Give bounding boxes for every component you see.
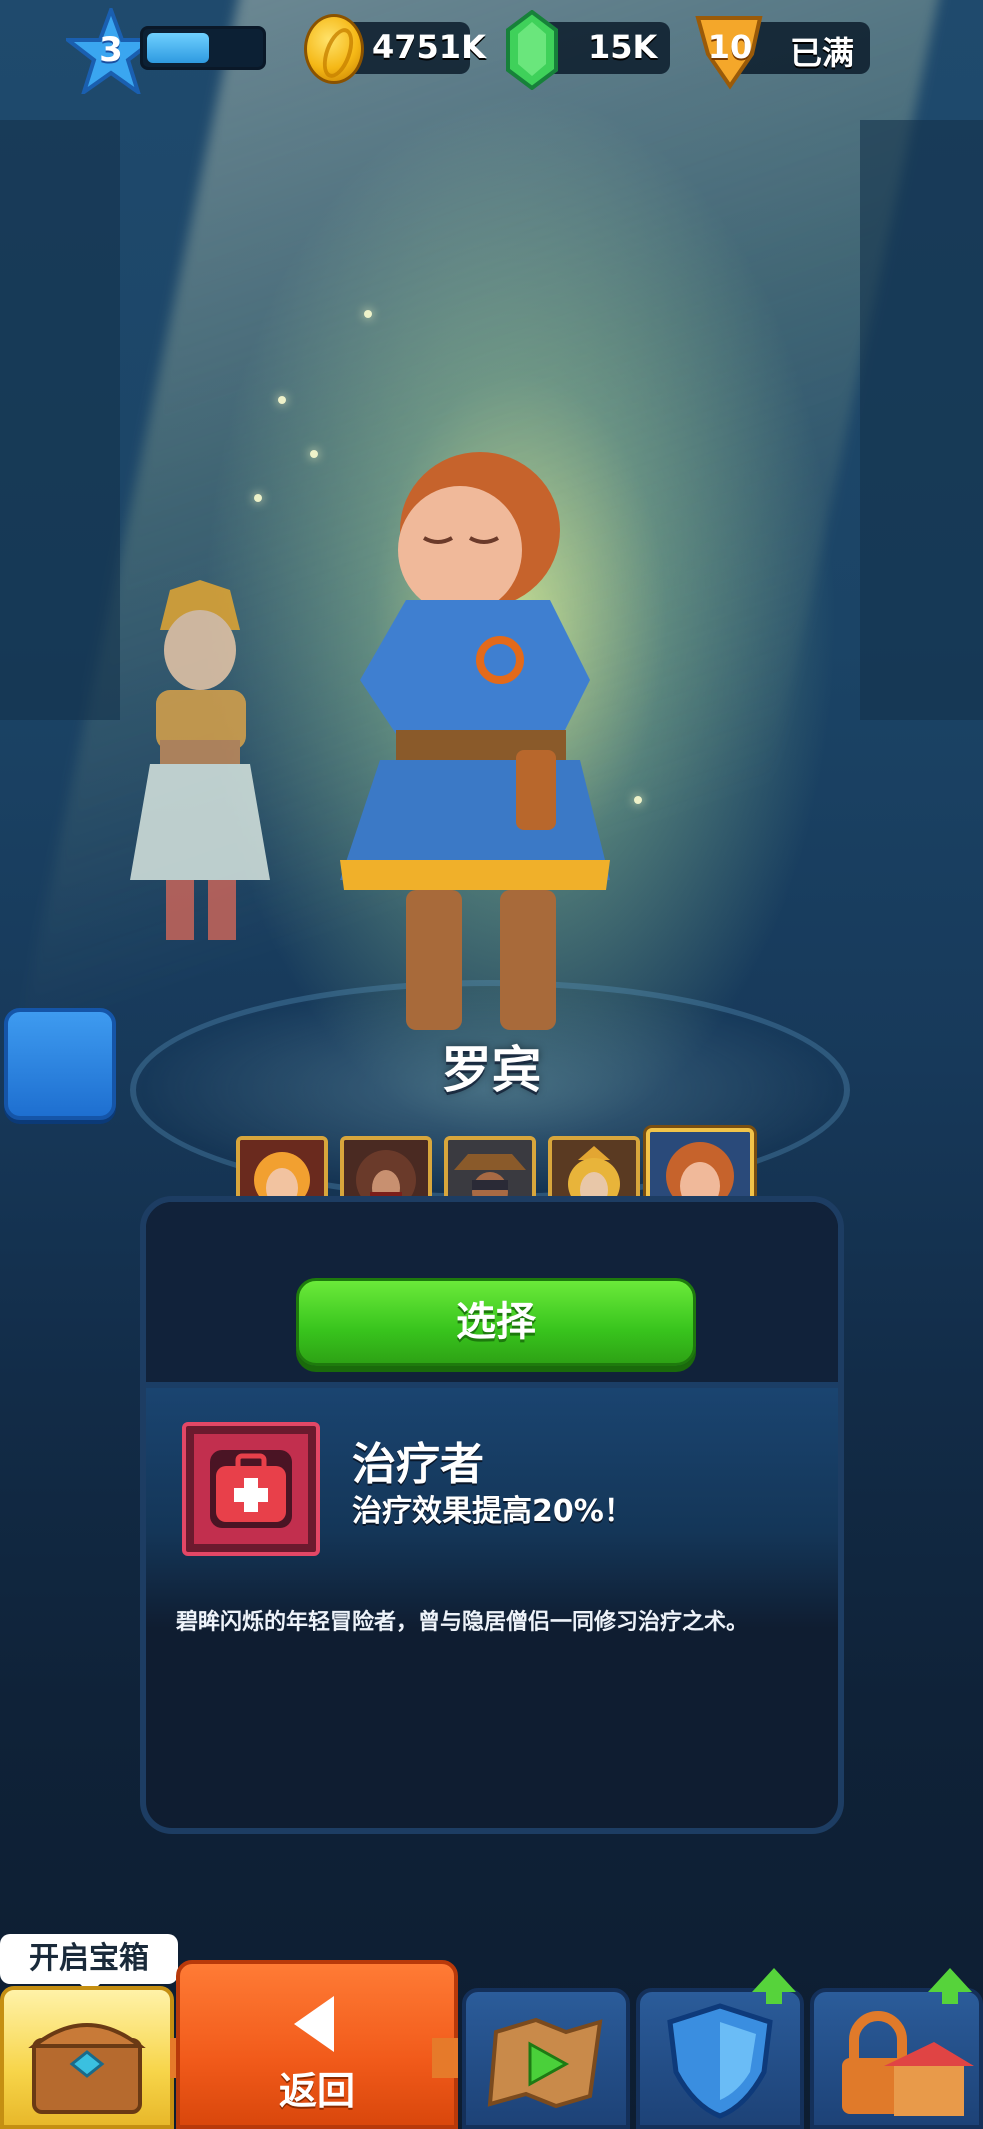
ticket-amount: 10	[707, 28, 753, 66]
back-button[interactable]: 返回	[176, 1960, 458, 2129]
equipment-tab[interactable]	[636, 1988, 804, 2129]
secondary-hero-figure	[130, 580, 270, 940]
sparkle	[254, 494, 262, 502]
select-button[interactable]: 选择	[296, 1278, 696, 1366]
coin-amount: 4751K	[372, 28, 486, 66]
chest-tab-button[interactable]	[0, 1986, 174, 2129]
shield-icon	[667, 2003, 773, 2119]
coin-icon	[304, 14, 364, 84]
locked-shop-icon	[842, 2011, 974, 2116]
selected-hero-figure	[340, 452, 610, 1030]
open-chest-tooltip: 开启宝箱	[0, 1934, 178, 1994]
xp-bar	[140, 26, 266, 70]
hero-info-panel: 选择 治疗者 治疗效果提高20%！ 碧眸闪烁的年轻冒险者，曾与隐居僧侣一同修习治…	[140, 1196, 844, 1834]
pillar-right	[860, 120, 983, 720]
upgrade-available-icon	[752, 1968, 796, 2004]
adventure-map-tab[interactable]	[462, 1988, 630, 2129]
resource-bar: 3 4751K 15K 10 已满	[0, 0, 983, 100]
back-label: 返回	[278, 2069, 355, 2113]
hero-name: 罗宾	[441, 1041, 542, 1099]
skill-title: 治疗者	[352, 1439, 484, 1490]
upgrade-available-icon	[928, 1968, 972, 2004]
map-play-icon	[487, 2017, 603, 2109]
xp-bar-fill	[147, 33, 209, 63]
ticket-status: 已满	[790, 34, 855, 72]
level-number: 3	[99, 30, 123, 70]
back-arrow-icon	[294, 1996, 334, 2052]
skill-description: 治疗效果提高20%！	[352, 1494, 634, 1529]
tab-divider	[432, 2038, 458, 2078]
skill-icon-frame	[182, 1422, 320, 1556]
medkit-icon	[210, 1450, 292, 1528]
sparkle	[364, 310, 372, 318]
sparkle	[310, 450, 318, 458]
gem-amount: 15K	[588, 28, 658, 66]
hero-lore: 碧眸闪烁的年轻冒险者，曾与隐居僧侣一同修习治疗之术。	[176, 1610, 749, 1635]
shop-tab[interactable]	[810, 1988, 983, 2129]
sparkle	[278, 396, 286, 404]
treasure-chest-icon	[28, 2023, 146, 2114]
gem-icon	[506, 10, 558, 90]
bottom-navigation: 开启宝箱 返回	[0, 1934, 983, 2129]
